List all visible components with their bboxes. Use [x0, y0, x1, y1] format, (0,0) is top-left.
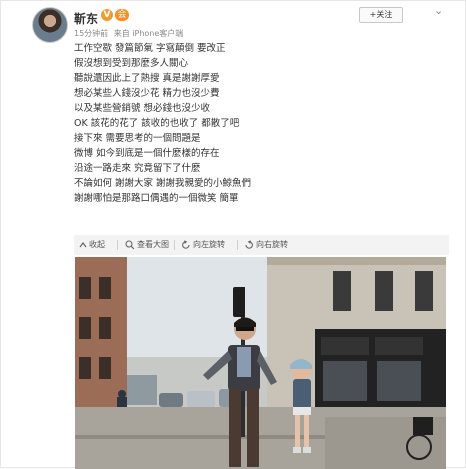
chevron-down-icon[interactable]: ⌄ — [434, 4, 443, 17]
post-text-line: 沿途一路走來 究竟留下了什麼 — [74, 163, 201, 174]
post-text-line: OK 該花的花了 該收的也收了 都散了吧 — [74, 118, 240, 129]
rotate-right-icon[interactable] — [244, 240, 254, 250]
post-text-line: 工作空歇 發篇節氣 字寫顛倒 要改正 — [74, 43, 226, 54]
rotate-left-button[interactable]: 向左旋转 — [193, 235, 225, 255]
collapse-icon[interactable] — [79, 241, 87, 249]
image-toolbar: 收起 查看大图 向左旋转 向右旋转 — [74, 235, 449, 255]
toolbar-divider — [117, 240, 118, 250]
rotate-right-button[interactable]: 向右旋转 — [256, 235, 288, 255]
weibo-post-card: 靳东 V 会 15分钟前 来自 iPhone客户端 +关注 ⌄ 工作空歇 發篇節… — [0, 0, 466, 469]
post-text-line: 想必某些人錢沒少花 精力也沒少費 — [74, 88, 220, 99]
verified-badge-icon: V — [101, 9, 113, 21]
zoom-in-icon[interactable] — [125, 240, 135, 250]
post-text-line: 假沒想到受到那麼多人關心 — [74, 58, 189, 69]
post-meta: 15分钟前 来自 iPhone客户端 — [74, 28, 186, 39]
rotate-left-icon[interactable] — [181, 240, 191, 250]
street-photo — [75, 257, 446, 469]
post-text-line: 接下來 需要思考的一個問題是 — [74, 133, 201, 144]
post-photo[interactable] — [75, 257, 446, 469]
collapse-button[interactable]: 收起 — [89, 235, 105, 255]
view-large-button[interactable]: 查看大图 — [137, 235, 169, 255]
post-text-line: 微博 如今到底是一個什麼樣的存在 — [74, 148, 220, 159]
toolbar-divider — [237, 240, 238, 250]
toolbar-divider — [174, 240, 175, 250]
post-text-line: 以及某些營銷號 想必錢也沒少收 — [74, 103, 211, 114]
vip-member-icon: 会 — [115, 9, 129, 21]
post-text-line: 聽說還因此上了熱搜 真是謝謝厚愛 — [74, 73, 220, 84]
post-text-line: 不論如何 謝謝大家 謝謝我親愛的小鯨魚們 — [74, 178, 252, 189]
follow-button[interactable]: +关注 — [359, 7, 403, 23]
post-time[interactable]: 15分钟前 — [74, 29, 108, 38]
post-text: 工作空歇 發篇節氣 字寫顛倒 要改正 假沒想到受到那麼多人關心 聽說還因此上了熱… — [74, 41, 434, 206]
username[interactable]: 靳东 — [74, 10, 98, 27]
avatar[interactable] — [32, 7, 68, 43]
post-text-line: 謝謝哪怕是那路口偶遇的一個微笑 簡單 — [74, 193, 239, 204]
post-source: 来自 iPhone客户端 — [113, 29, 184, 38]
